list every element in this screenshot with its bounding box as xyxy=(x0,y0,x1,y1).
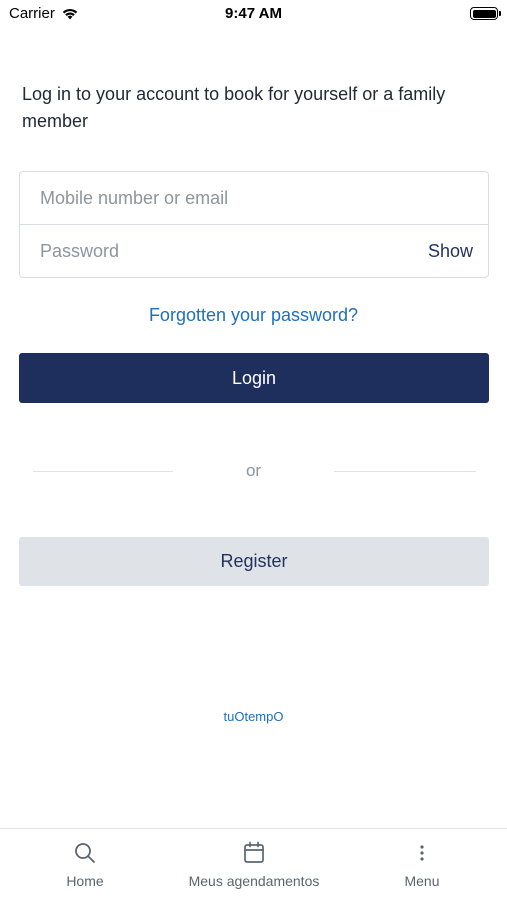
tab-home-label: Home xyxy=(66,873,104,889)
login-intro-text: Log in to your account to book for yours… xyxy=(22,84,446,131)
divider-right xyxy=(334,471,476,472)
login-button-label: Login xyxy=(231,367,277,388)
login-button[interactable]: Login xyxy=(19,353,489,403)
battery-level xyxy=(472,9,496,18)
status-bar: Carrier 9:47 AM xyxy=(0,0,507,30)
tab-my-appointments[interactable]: Meus agendamentos xyxy=(174,829,334,900)
password-input[interactable] xyxy=(40,225,420,278)
register-button-label: Register xyxy=(220,551,288,571)
email-input[interactable] xyxy=(40,172,420,224)
email-field-row xyxy=(20,172,488,225)
status-time: 9:47 AM xyxy=(225,5,282,22)
login-form: Show xyxy=(19,171,489,278)
password-field-row: Show xyxy=(20,225,488,278)
tab-menu-label: Menu xyxy=(404,873,440,889)
search-icon xyxy=(73,841,97,865)
show-password-button[interactable]: Show xyxy=(428,241,473,262)
brand-link[interactable]: tuOtempO xyxy=(0,709,507,724)
battery-icon xyxy=(470,7,501,20)
register-button[interactable]: Register xyxy=(19,537,489,586)
tab-menu[interactable]: Menu xyxy=(372,829,472,900)
bottom-tab-bar: Home Meus agendamentos Menu xyxy=(0,828,507,900)
forgot-password-link[interactable]: Forgotten your password? xyxy=(0,305,507,326)
tab-my-appointments-label: Meus agendamentos xyxy=(188,873,320,889)
more-vertical-icon xyxy=(419,841,425,865)
calendar-icon xyxy=(243,841,265,865)
tab-home[interactable]: Home xyxy=(35,829,135,900)
